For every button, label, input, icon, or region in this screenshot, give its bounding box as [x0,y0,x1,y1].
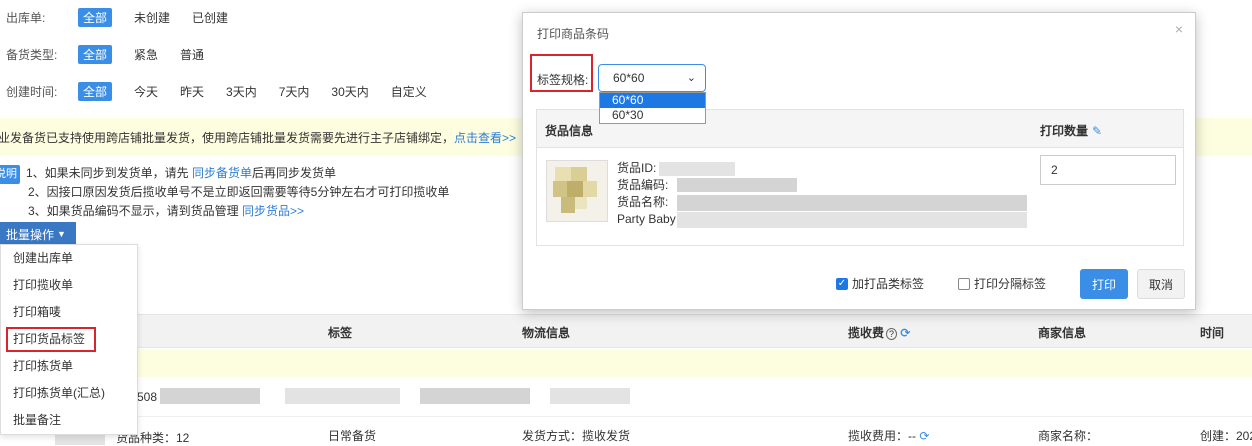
table-row: 货品种类：12 日常备货 发货方式：揽收发货 揽收费用：-- ⟳ 商家名称： 创… [0,416,1252,445]
filter-stock-urgent[interactable]: 紧急 [134,45,158,64]
filter-outbound-all[interactable]: 全部 [78,7,113,27]
print-button[interactable]: 打印 [1080,269,1128,299]
menu-item-print-pick-list[interactable]: 打印拣货单 [1,353,137,380]
checkbox-separator-label[interactable]: 打印分隔标签 [958,275,1046,292]
spec-label: 标签规格: [537,73,589,87]
filter-time-30days[interactable]: 30天内 [331,82,368,101]
order-number: 508 [137,390,158,404]
th-time: 时间 [1200,326,1225,340]
instruction-line-1: 1、如果未同步到发货单，请先 [26,166,193,180]
redacted-block [160,388,260,404]
menu-item-batch-remark[interactable]: 批量备注 [1,407,137,434]
redacted-block [677,178,797,192]
table-group-strip [0,349,1252,377]
instruction-line-1-post: 后再同步发货单 [252,166,337,180]
redacted-block [659,162,735,176]
filter-stock-all[interactable]: 全部 [78,44,113,64]
filter-outbound-not-created[interactable]: 未创建 [134,8,170,27]
spec-option-60x60[interactable]: 60*60 [600,93,705,108]
edit-icon[interactable]: ✎ [1092,124,1102,138]
instruction-line-3: 3、如果货品编码不显示，请到货品管理 [28,204,243,218]
spec-selected-value: 60*60 [613,71,645,85]
checkbox-separator-text: 打印分隔标签 [974,277,1047,291]
filter-time-custom[interactable]: 自定义 [391,82,427,101]
goods-desc: Party Baby [617,212,676,226]
redacted-block [550,388,630,404]
goods-code: 货品编码: [617,178,669,192]
filter-time-7days[interactable]: 7天内 [279,82,310,101]
redacted-block [285,388,400,404]
print-quantity-input[interactable]: 2 [1040,155,1176,185]
filter-stock-type-label: 备货类型: [6,47,58,62]
filter-outbound: 出库单: 全部 未创建 已创建 [0,6,250,28]
print-qty-header: 打印数量 ✎ [1040,124,1103,138]
row-ship-method: 发货方式：揽收发货 [522,429,631,443]
th-merchant: 商家信息 [1038,326,1087,340]
sync-stock-link[interactable]: 同步备货单 [192,166,252,180]
menu-item-print-goods-label[interactable]: 打印货品标签 [5,326,97,353]
row-fee: 揽收费用：-- ⟳ [848,429,930,443]
filter-created-time: 创建时间: 全部 今天 昨天 3天内 7天内 30天内 自定义 [0,80,449,102]
instruction-line-2: 2、因接口原因发货后揽收单号不是立即返回需要等待5分钟左右才可打印揽收单 [28,185,450,199]
filter-stock-normal[interactable]: 普通 [180,45,204,64]
print-quantity-value: 2 [1051,163,1058,177]
checkbox-category-text: 加打品类标签 [852,277,925,291]
redacted-block [677,212,1027,228]
row-merchant: 商家名称： [1038,429,1099,443]
close-icon[interactable]: × [1175,21,1183,37]
th-logistics: 物流信息 [522,326,571,340]
refresh-icon[interactable]: ⟳ [919,429,929,443]
instructions-badge: 说明 [0,165,20,184]
dialog-title: 打印商品条码 [537,27,610,41]
notice-link[interactable]: 点击查看>> [454,129,516,146]
menu-item-print-pick-summary[interactable]: 打印拣货单(汇总) [1,380,137,407]
refresh-icon[interactable]: ⟳ [900,326,910,340]
table-row-order: 508 [0,380,1252,414]
batch-operations-button[interactable]: 批量操作 ▼ [0,222,76,246]
row-created: 创建：202 [1200,429,1252,443]
batch-operations-menu: 创建出库单 打印揽收单 打印箱唛 打印货品标签 打印拣货单 打印拣货单(汇总) … [0,244,138,435]
goods-thumbnail [546,160,608,222]
menu-item-print-pickup[interactable]: 打印揽收单 [1,272,137,299]
filter-outbound-label: 出库单: [6,10,46,25]
batch-operations-label: 批量操作 [6,227,55,242]
notice-text: 企业发备货已支持使用跨店铺批量发货，使用跨店铺批量发货需要先进行主子店铺绑定， [0,130,455,145]
print-barcode-dialog: 打印商品条码 × 标签规格: 60*60 ⌄ 货品信息 打印数量 ✎ 货品ID: … [522,12,1196,310]
checkbox-category-label[interactable]: ✓ 加打品类标签 [836,275,924,292]
sync-goods-link[interactable]: 同步货品>> [242,204,304,218]
filter-time-3days[interactable]: 3天内 [226,82,257,101]
menu-item-print-box-mark[interactable]: 打印箱唛 [1,299,137,326]
goods-name: 货品名称: [617,195,669,209]
spec-select[interactable]: 60*60 ⌄ [598,64,706,92]
cancel-button[interactable]: 取消 [1137,269,1185,299]
chevron-down-icon: ⌄ [686,72,696,84]
table-header: 标签 物流信息 揽收费? ⟳ 商家信息 时间 [0,314,1252,348]
help-icon[interactable]: ? [886,328,898,340]
filter-created-time-label: 创建时间: [6,84,58,99]
spec-option-60x30[interactable]: 60*30 [600,108,705,123]
filter-time-today[interactable]: 今天 [134,82,158,101]
spec-options-list: 60*60 60*30 [599,92,706,124]
th-fee: 揽收费? ⟳ [848,326,911,340]
redacted-block [420,388,530,404]
row-tag: 日常备货 [328,429,377,443]
menu-item-create-outbound[interactable]: 创建出库单 [1,245,137,272]
goods-info-header: 货品信息 [545,124,594,138]
filter-time-all[interactable]: 全部 [78,81,113,101]
redacted-block [677,195,1027,211]
filter-time-yesterday[interactable]: 昨天 [180,82,204,101]
instructions: 说明 1、如果未同步到发货单，请先 同步备货单后再同步发货单 2、因接口原因发货后… [0,164,540,221]
chevron-down-icon: ▼ [57,229,66,239]
filter-stock-type: 备货类型: 全部 紧急 普通 [0,43,226,65]
checkbox-unchecked-icon[interactable] [958,277,970,290]
filter-outbound-created[interactable]: 已创建 [192,8,228,27]
checkbox-checked-icon[interactable]: ✓ [836,277,848,290]
th-tag: 标签 [328,326,353,340]
goods-table: 货品信息 打印数量 ✎ 货品ID: 83 货品编码: 货品名称: Party Ba… [536,109,1184,246]
